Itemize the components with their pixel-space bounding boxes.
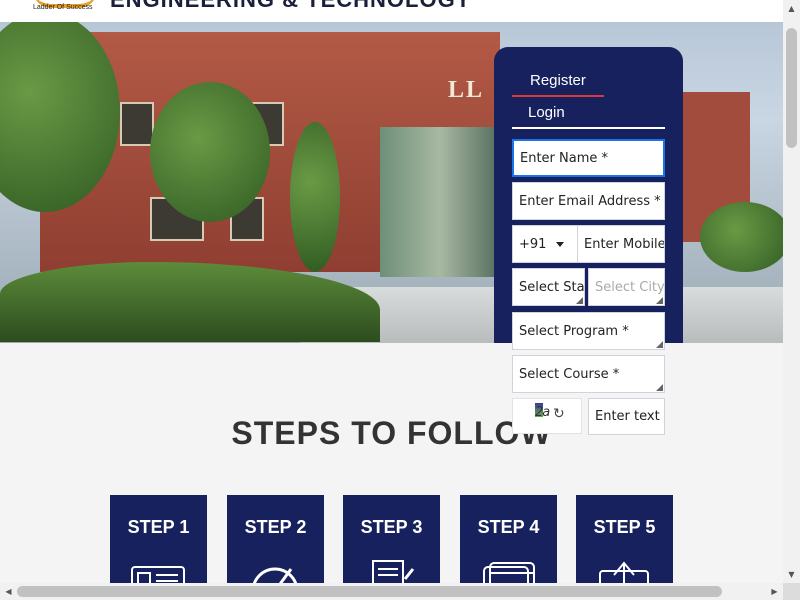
gauge-icon [252,567,298,585]
step-label: STEP 3 [360,517,423,537]
email-placeholder: Enter Email Address * [519,193,661,209]
captcha-text: 2a [535,405,550,420]
captcha-box: 2a ↻ [512,398,582,434]
tree [700,202,783,272]
scroll-right-icon[interactable]: ▶ [766,583,783,600]
logo-tagline: Ladder Of Success [33,4,93,11]
scroll-up-icon[interactable]: ▲ [783,0,800,17]
step-label: STEP 4 [477,517,540,537]
select-corner-icon [576,297,583,304]
name-placeholder: Enter Name * [520,150,609,166]
select-corner-icon [656,341,663,348]
steps-title: STEPS TO FOLLOW [231,415,552,451]
tab-divider [512,127,665,129]
mobile-placeholder: Enter Mobile Number * [584,236,665,252]
chevron-down-icon [556,241,565,247]
building-window [120,102,154,146]
email-input[interactable]: Enter Email Address * [512,182,665,220]
state-placeholder: Select State * [519,279,585,295]
scrollbar-corner [783,583,800,600]
glass-facade [380,127,500,277]
college-name: ENGINEERING & TECHNOLOGY [110,0,471,13]
horizontal-scrollbar[interactable]: ◀ ▶ [0,583,783,600]
step-card-3[interactable]: STEP 3 [343,495,440,585]
step-card-4[interactable]: STEP 4 [460,495,557,585]
program-placeholder: Select Program * [519,323,629,339]
scroll-left-icon[interactable]: ◀ [0,583,17,600]
horizontal-scroll-thumb[interactable] [17,586,722,597]
captcha-input[interactable]: Enter text [588,398,665,435]
city-placeholder: Select City * [595,279,665,295]
step-label: STEP 2 [244,517,307,537]
state-select[interactable]: Select State * [512,268,585,306]
country-code-select[interactable]: +91 [512,225,578,263]
scroll-down-icon[interactable]: ▼ [783,566,800,583]
hedge [0,262,380,342]
step-label: STEP 5 [593,517,656,537]
mobile-input[interactable]: Enter Mobile Number * [577,225,665,263]
tab-register[interactable]: Register [530,72,586,89]
name-input[interactable]: Enter Name * [512,139,665,177]
captcha-input-placeholder: Enter text [595,409,660,424]
upload-icon [599,561,649,585]
tree [290,122,340,272]
vertical-scrollbar[interactable]: ▲ ▼ [783,0,800,583]
tab-login[interactable]: Login [528,104,565,121]
payment-card-icon [483,562,535,585]
program-select[interactable]: Select Program * [512,312,665,350]
step-card-1[interactable]: STEP 1 [110,495,207,585]
country-code-value: +91 [519,236,547,252]
refresh-icon[interactable]: ↻ [553,406,565,422]
course-placeholder: Select Course * [519,366,620,382]
application-form-icon [131,566,185,585]
select-corner-icon [656,384,663,391]
tree [150,82,270,222]
vertical-scroll-thumb[interactable] [786,28,797,148]
city-select[interactable]: Select City * [588,268,665,306]
step-label: STEP 1 [127,517,190,537]
building-sign: LL [448,77,485,103]
active-tab-indicator [512,95,604,97]
course-select[interactable]: Select Course * [512,355,665,393]
select-corner-icon [656,297,663,304]
step-card-5[interactable]: STEP 5 [576,495,673,585]
step-card-2[interactable]: STEP 2 [227,495,324,585]
document-sign-icon [372,560,415,585]
site-header: Ladder Of Success ENGINEERING & TECHNOLO… [0,0,783,22]
